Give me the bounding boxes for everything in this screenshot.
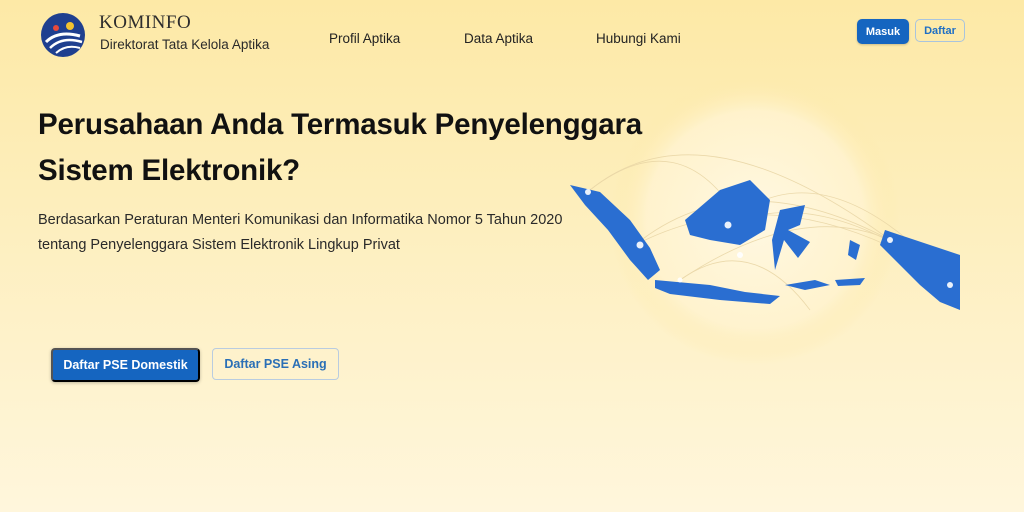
nav-data-aptika[interactable]: Data Aptika: [464, 31, 533, 46]
header: KOMINFO Direktorat Tata Kelola Aptika Pr…: [0, 0, 1024, 76]
hero-title-line1: Perusahaan Anda Termasuk Penyelenggara: [38, 108, 642, 141]
kominfo-logo[interactable]: [40, 12, 86, 58]
hero-title-line2: Sistem Elektronik?: [38, 154, 300, 187]
register-domestic-pse-button[interactable]: Daftar PSE Domestik: [51, 348, 200, 382]
indonesia-map-illustration: [570, 80, 960, 365]
register-button[interactable]: Daftar: [915, 19, 965, 42]
login-button[interactable]: Masuk: [857, 19, 909, 44]
nav-hubungi-kami[interactable]: Hubungi Kami: [596, 31, 681, 46]
nav-profil-aptika[interactable]: Profil Aptika: [329, 31, 400, 46]
register-foreign-pse-button[interactable]: Daftar PSE Asing: [212, 348, 339, 380]
hero-desc-line2: tentang Penyelenggara Sistem Elektronik …: [38, 237, 400, 253]
hero-description: Berdasarkan Peraturan Menteri Komunikasi…: [38, 208, 598, 258]
hero-desc-line1: Berdasarkan Peraturan Menteri Komunikasi…: [38, 212, 563, 228]
brand-subtitle: Direktorat Tata Kelola Aptika: [100, 37, 270, 52]
brand-name[interactable]: KOMINFO: [99, 12, 191, 34]
